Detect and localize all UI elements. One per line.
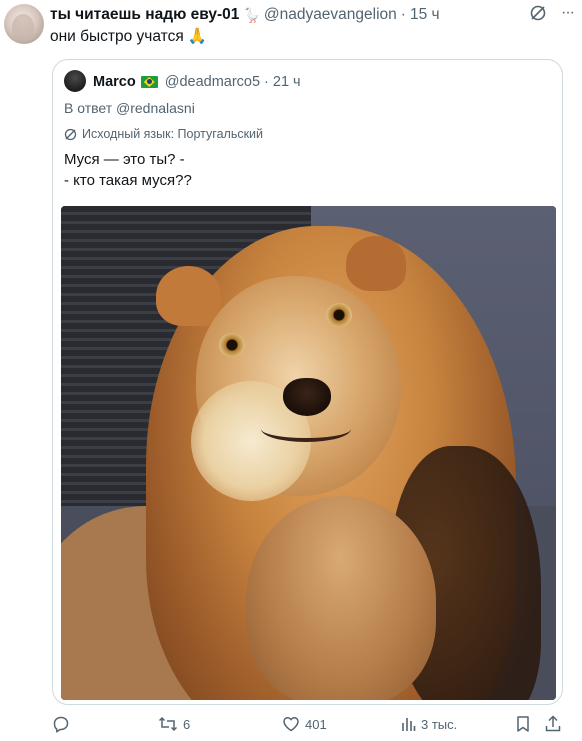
tweet-text: они быстро учатся 🙏: [50, 27, 207, 46]
reply-button[interactable]: [52, 713, 70, 735]
like-button[interactable]: 401: [282, 713, 327, 735]
quoted-text-line: - кто такая муся??: [64, 172, 192, 189]
share-button[interactable]: [544, 713, 562, 735]
quoted-text-line: Муся — это ты? -: [64, 151, 185, 168]
quoted-tweet-header: Marco @deadmarco5 · 21 ч: [93, 72, 301, 92]
reply-to-line[interactable]: В ответ @rednalasni: [64, 100, 195, 116]
translate-icon: [64, 128, 77, 141]
grok-icon[interactable]: [529, 4, 547, 22]
tweet-timestamp[interactable]: 15 ч: [410, 6, 440, 24]
retweet-icon: [158, 715, 178, 733]
retweet-count: 6: [183, 716, 191, 732]
quoted-author-display-name[interactable]: Marco: [93, 74, 136, 90]
translation-note-label: Исходный язык: Португальский: [82, 127, 264, 141]
quoted-tweet-timestamp[interactable]: 21 ч: [273, 74, 301, 90]
retweet-button[interactable]: 6: [158, 713, 190, 735]
author-handle[interactable]: @nadyaevangelion: [264, 6, 397, 24]
author-display-name[interactable]: ты читаешь надю еву-01: [50, 6, 239, 24]
more-icon[interactable]: ···: [561, 4, 575, 22]
tweet: ты читаешь надю еву-01 🪿 @nadyaevangelio…: [0, 0, 582, 741]
quoted-tweet-card[interactable]: Marco @deadmarco5 · 21 ч В ответ @rednal…: [52, 59, 563, 705]
like-count: 401: [305, 716, 327, 732]
quoted-tweet-text: Муся — это ты? - - кто такая муся??: [64, 149, 192, 191]
bookmark-icon: [515, 715, 531, 733]
reply-icon: [52, 715, 70, 733]
heart-icon: [282, 715, 300, 733]
translation-note[interactable]: Исходный язык: Португальский: [64, 127, 263, 141]
share-icon: [544, 715, 562, 733]
tweet-header: ты читаешь надю еву-01 🪿 @nadyaevangelio…: [50, 5, 572, 25]
quoted-author-handle[interactable]: @deadmarco5: [165, 74, 260, 90]
tweet-actions-bar: 6 401 3 тыс.: [50, 713, 570, 735]
goose-emoji-icon: 🪿: [243, 6, 261, 23]
views-count: 3 тыс.: [421, 716, 458, 732]
views-button[interactable]: 3 тыс.: [400, 713, 457, 735]
views-icon: [400, 716, 416, 732]
author-avatar[interactable]: [4, 4, 44, 44]
bookmark-button[interactable]: [515, 713, 531, 735]
brazil-flag-icon: [140, 76, 158, 88]
lion-photo[interactable]: [61, 206, 556, 700]
header-separator: ·: [400, 6, 406, 23]
header-actions: ···: [529, 4, 575, 22]
quoted-author-avatar[interactable]: [64, 70, 86, 92]
quoted-header-separator: ·: [264, 74, 269, 90]
tweet-text-body: они быстро учатся: [50, 28, 184, 45]
pray-emoji-icon: 🙏: [187, 28, 208, 45]
